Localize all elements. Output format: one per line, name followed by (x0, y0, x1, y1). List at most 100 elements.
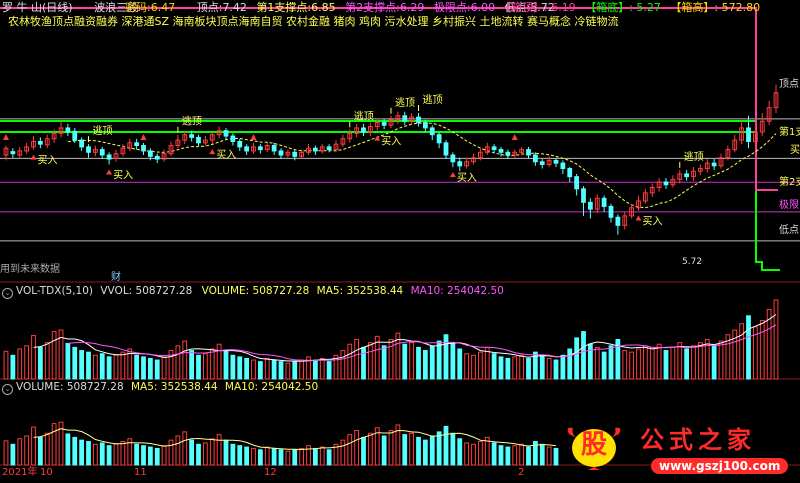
volume-bar (471, 354, 476, 380)
volume-bar (161, 356, 167, 380)
watermark-brand: 公式之家 (640, 425, 756, 454)
volume-bar-2 (99, 442, 105, 466)
candle-body (587, 201, 593, 210)
x-label-10: 10 (40, 467, 53, 478)
volume-bar (113, 354, 119, 380)
candle-body (230, 135, 236, 142)
volume-bar-2 (264, 446, 270, 466)
volume-bar-2 (347, 434, 353, 466)
x-label-11: 11 (134, 467, 147, 478)
panel2-menu-icon[interactable]: ⌄ (2, 384, 13, 395)
candle-body (526, 149, 531, 156)
box-high-value: : 572.80 (714, 1, 761, 14)
volume-bar (773, 299, 779, 380)
password-label: 密码: (125, 1, 151, 14)
volume-bar (230, 354, 236, 380)
volume-bar (519, 354, 525, 380)
volume-bar (361, 346, 366, 380)
volume-bar (663, 350, 669, 380)
volume-bar (567, 348, 573, 380)
volume-bar (436, 340, 442, 380)
escape-label: 逃顶 (354, 109, 374, 122)
volume-bar (622, 350, 628, 380)
right-label-support2: 第2支 (779, 177, 800, 188)
volume-bar (450, 342, 456, 380)
volume-bar-2 (464, 442, 470, 466)
volume-bar (196, 354, 201, 380)
volume-bar-2 (416, 436, 421, 466)
volume2-ma5-line (33, 428, 557, 451)
volume-bar (134, 354, 140, 380)
volume-bar-2 (44, 432, 50, 466)
buy-arrow (635, 215, 642, 221)
volume-bar (79, 350, 85, 380)
volume-bar-2 (361, 436, 366, 466)
volume-bar (17, 348, 23, 380)
volume-bar-2 (17, 438, 23, 466)
escape-label: 逃顶 (182, 115, 202, 128)
volume-bar (264, 357, 270, 380)
candle-body (422, 122, 428, 129)
volume-bar-2 (237, 445, 243, 466)
escape-label: 逃顶 (395, 96, 415, 109)
candle-body (505, 151, 511, 156)
volume-bar-2 (429, 435, 435, 466)
signal-up-arrow (511, 134, 518, 140)
volume-bar (202, 353, 208, 380)
candle-body (711, 162, 717, 167)
volume-bar (99, 353, 105, 380)
candle-body (491, 146, 497, 151)
volume-bar (464, 353, 470, 380)
support2-label: 第2支撑点: (345, 1, 400, 14)
volume-bar-2 (51, 423, 57, 466)
candle-body (244, 146, 250, 152)
volume-bar (31, 335, 36, 380)
volume-bar (477, 351, 483, 380)
candle-body (574, 176, 580, 190)
volume-bar-2 (526, 446, 531, 466)
candle-body (581, 188, 586, 203)
vol-panel2-title: ⌄ VOLUME: 508727.28 MA5: 352538.44 MA10: … (2, 381, 318, 395)
volume-bar-2 (457, 438, 463, 466)
volume-bar-2 (512, 445, 518, 466)
panel-menu-icon[interactable]: ⌄ (2, 288, 13, 299)
box-top-label: 【箱顶】 (500, 1, 544, 14)
candle-body (237, 140, 243, 148)
candle-body (402, 115, 408, 122)
volume-bar-2 (292, 449, 298, 466)
chart-stage[interactable]: 逃顶 逃顶 逃顶 逃顶 逃顶 逃顶 买入 买入 买入 买入 买入 买入 (0, 0, 800, 480)
candle-body (72, 130, 78, 141)
candle-body (684, 173, 690, 178)
buy-label: 买入 (643, 215, 663, 227)
x-label-2: 2 (518, 467, 525, 478)
volume-bar (271, 359, 277, 380)
volume-bar (312, 359, 318, 380)
volume-bar-2 (443, 425, 449, 466)
ma5-value: MA5: 352538.44 (316, 285, 404, 297)
financial-marker[interactable]: 财 (111, 272, 121, 284)
volume-bar-2 (354, 430, 360, 466)
escape-label: 逃顶 (93, 124, 113, 137)
volume-bar (697, 342, 703, 380)
candlestick-chart[interactable]: 逃顶逃顶 逃顶逃顶 逃顶逃顶买入买入买入买入买入买入 (0, 0, 800, 480)
candle-body (292, 151, 298, 157)
volume-bar-2 (189, 439, 195, 466)
candle-body (450, 154, 456, 163)
watermark-logo: 股 (563, 424, 625, 470)
right-label-limit: 极限 (779, 200, 799, 211)
volume-bar (457, 348, 463, 380)
volume-bar (739, 323, 745, 380)
candle-body (608, 205, 614, 218)
buy-label: 买入 (381, 136, 401, 148)
volume-bar (223, 350, 229, 380)
volume-bar (154, 359, 160, 380)
stock-title: 罗 牛 山(日线) 波浪三段 (2, 1, 138, 14)
box-high-label: 【箱高】 (670, 1, 715, 14)
candle-body (99, 149, 105, 156)
volume-bar-2 (10, 443, 16, 466)
volume-bar (636, 348, 641, 380)
volume-bar (581, 331, 586, 380)
buy-arrow (209, 149, 216, 155)
volume-bar (182, 340, 188, 380)
volume-bar-2 (134, 443, 140, 466)
